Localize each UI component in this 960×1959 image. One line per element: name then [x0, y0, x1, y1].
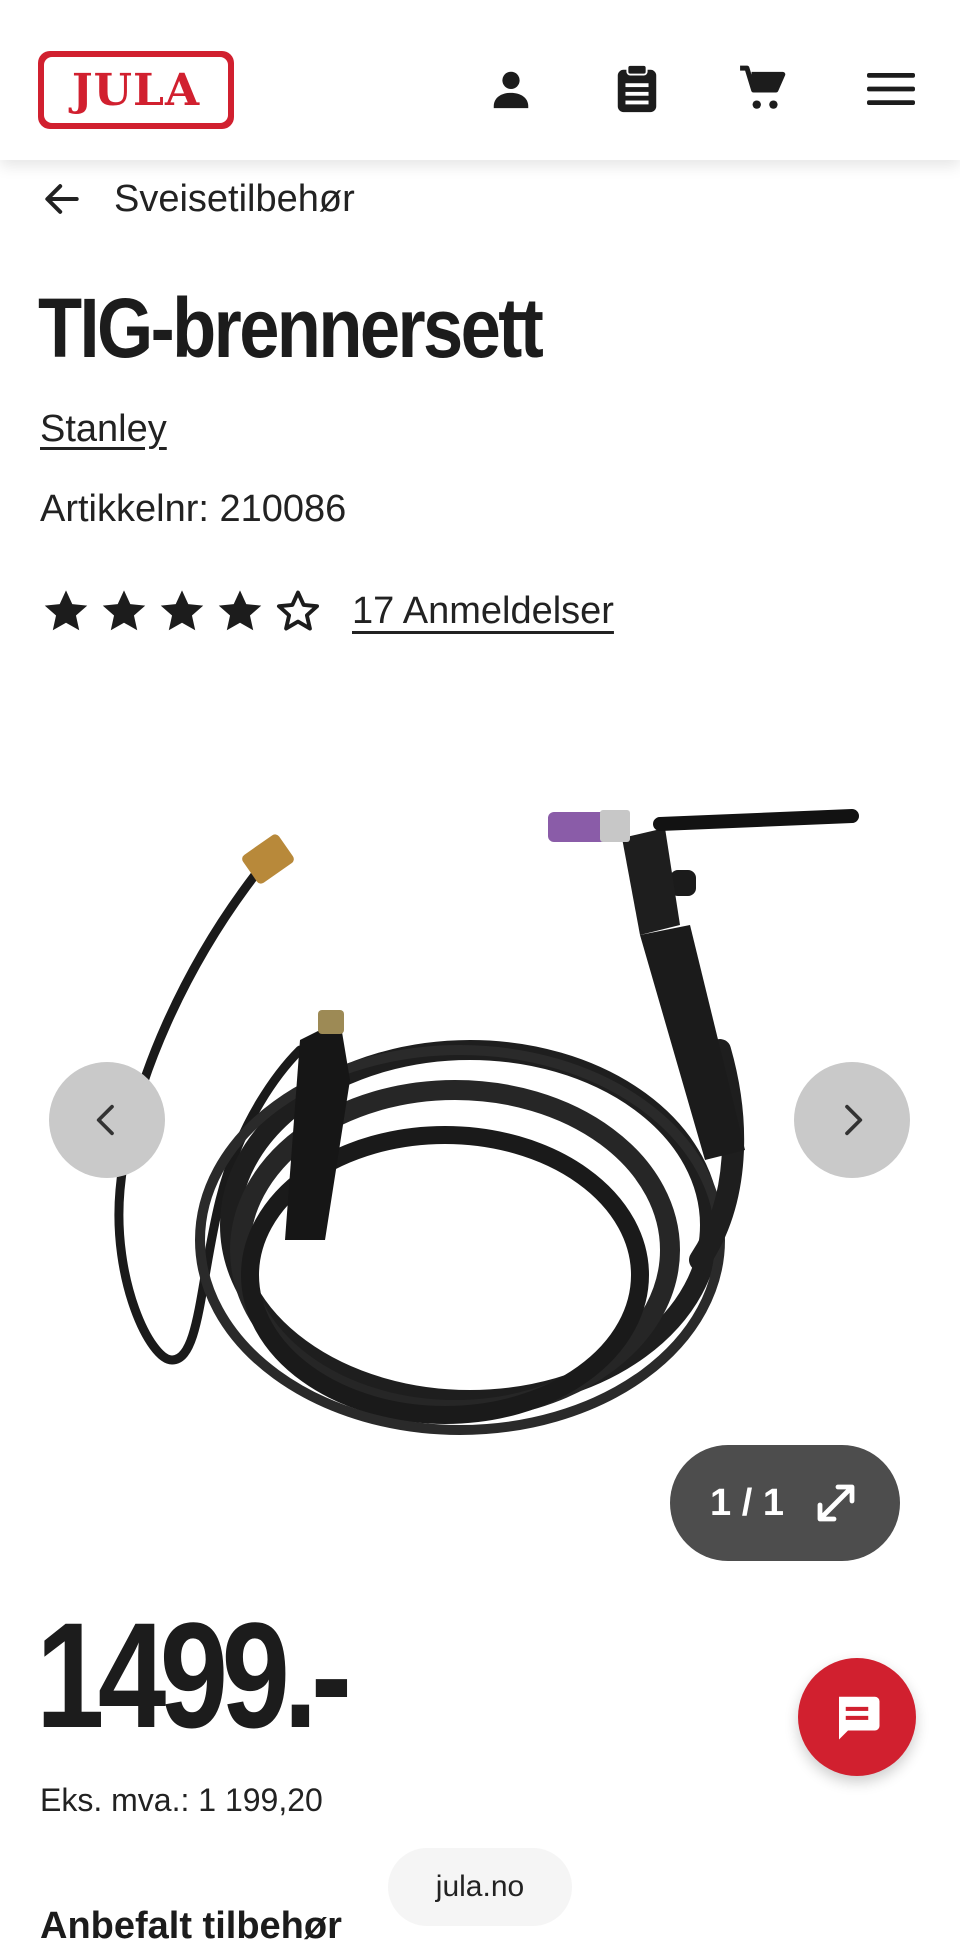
back-arrow-icon: [45, 184, 79, 214]
expand-icon: [817, 1484, 855, 1522]
reviews-link[interactable]: 17 Anmeldelser: [352, 590, 614, 633]
clipboard-icon[interactable]: [610, 62, 664, 116]
product-title: TIG-brennersett: [38, 281, 544, 375]
cart-icon[interactable]: [736, 62, 790, 116]
star-filled-icon: [160, 590, 204, 631]
star-empty-icon: [276, 590, 320, 631]
gallery-prev-button[interactable]: [49, 1062, 165, 1178]
star-filled-icon: [102, 590, 146, 631]
browser-url-pill[interactable]: jula.no: [388, 1848, 572, 1926]
breadcrumb[interactable]: Sveisetilbehør: [40, 172, 355, 226]
chat-button[interactable]: [798, 1658, 916, 1776]
image-counter-button[interactable]: 1 / 1: [670, 1445, 900, 1561]
image-counter: 1 / 1: [710, 1481, 784, 1524]
menu-icon[interactable]: [864, 62, 918, 116]
gallery-next-button[interactable]: [794, 1062, 910, 1178]
chevron-left-icon: [96, 1104, 114, 1136]
site-header: JULA: [0, 0, 960, 160]
user-icon[interactable]: [484, 62, 538, 116]
recommended-accessories-title: Anbefalt tilbehør: [40, 1905, 342, 1947]
rating-row: 17 Anmeldelser: [40, 585, 614, 637]
rating-stars: [40, 585, 324, 637]
product-price: 1499.-: [36, 1591, 352, 1759]
article-number: Artikkelnr: 210086: [40, 488, 347, 530]
logo-inner: JULA: [44, 57, 228, 123]
chevron-right-icon: [845, 1104, 863, 1136]
chat-icon: [839, 1696, 880, 1740]
jula-logo[interactable]: JULA: [38, 51, 234, 129]
star-filled-icon: [218, 590, 262, 631]
brand-link[interactable]: Stanley: [40, 408, 167, 451]
star-filled-icon: [44, 590, 88, 631]
logo-text: JULA: [71, 64, 201, 116]
price-ex-vat: Eks. mva.: 1 199,20: [40, 1782, 323, 1818]
breadcrumb-label: Sveisetilbehør: [114, 177, 355, 220]
